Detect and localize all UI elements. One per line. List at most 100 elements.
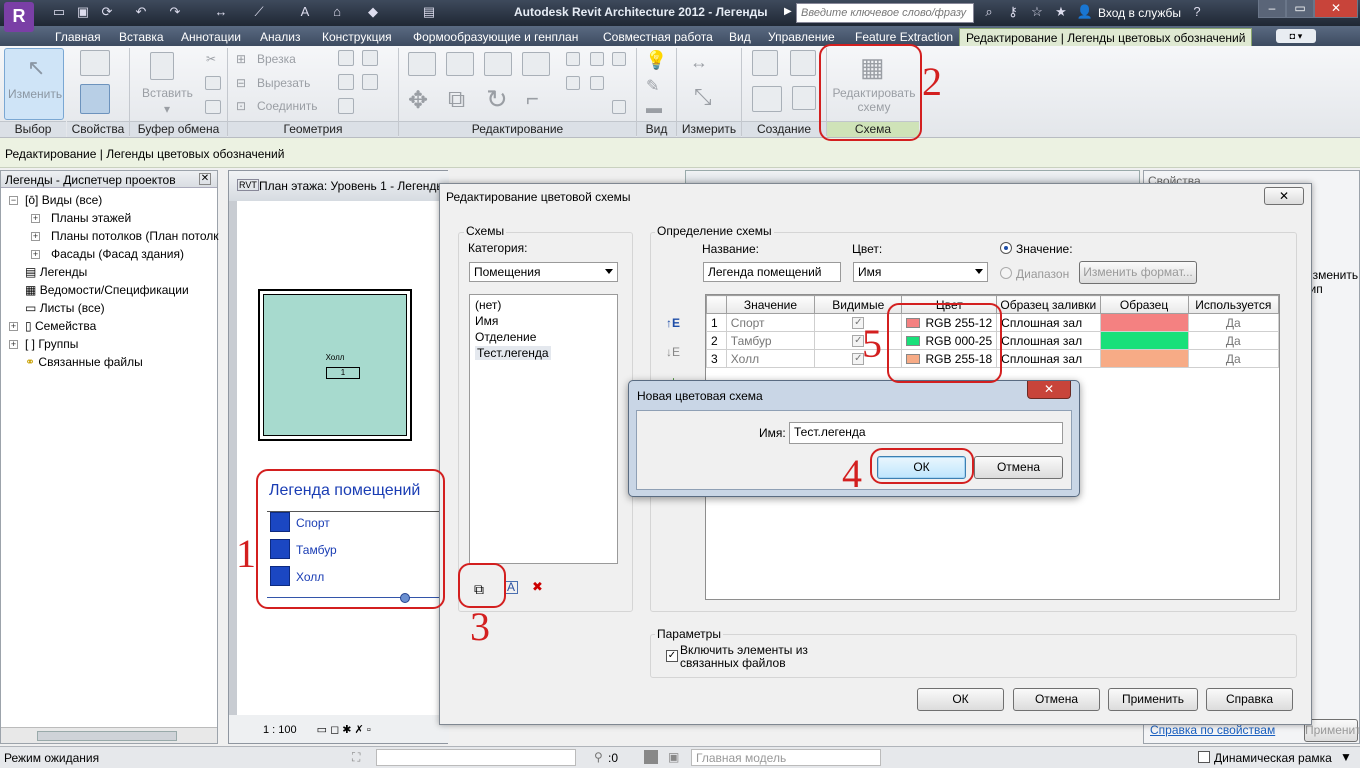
filter-funnel-icon[interactable]: ▼ xyxy=(1340,750,1352,764)
tree-item-floor-plans[interactable]: Планы этажей xyxy=(51,211,131,225)
scrollbar-thumb[interactable] xyxy=(37,731,177,741)
geometry-tool-icon[interactable] xyxy=(338,98,354,114)
delete-icon[interactable] xyxy=(612,100,626,114)
tree-item-families[interactable]: ▯ Семейства xyxy=(25,319,96,333)
include-linked-checkbox[interactable]: ✓ xyxy=(666,650,678,662)
search-input[interactable]: Введите ключевое слово/фразу xyxy=(796,3,974,23)
sample-column-header[interactable]: Образец xyxy=(1099,295,1189,314)
help-icon[interactable]: ? xyxy=(1188,3,1206,21)
help-button[interactable]: Справка xyxy=(1206,688,1293,711)
apply-button[interactable]: Применить xyxy=(1108,688,1198,711)
copy-elements-icon[interactable]: ⧉ xyxy=(448,86,465,114)
scheme-item-selected[interactable]: Тест.легенда xyxy=(475,346,551,360)
move-up-icon[interactable]: ↑E xyxy=(666,316,680,330)
room-outline[interactable]: Холл 1 xyxy=(258,289,412,441)
schemes-list[interactable]: (нет) Имя Отделение Тест.легенда xyxy=(469,294,618,564)
delete-scheme-icon[interactable]: ✖ xyxy=(532,579,543,595)
offset-icon[interactable] xyxy=(446,52,474,76)
pin-icon[interactable] xyxy=(566,76,580,90)
geometry-tool-icon[interactable] xyxy=(362,50,378,66)
geometry-tool-icon[interactable] xyxy=(362,74,378,90)
detail-level-icon[interactable]: ▭ ◻ ✱ ✗ ▫ xyxy=(317,724,371,736)
paste-label[interactable]: Вставить xyxy=(142,86,193,100)
geometry-tool-icon[interactable] xyxy=(338,50,354,66)
collapse-icon[interactable]: − xyxy=(9,196,18,205)
windows-icon[interactable]: ▤ xyxy=(420,3,438,21)
paint-icon[interactable]: ✎ xyxy=(646,76,659,96)
new-scheme-close-button[interactable]: ✕ xyxy=(1027,381,1071,399)
category-select[interactable]: Помещения xyxy=(469,262,618,282)
align-icon[interactable] xyxy=(408,52,436,76)
measure-between-icon[interactable]: ⤡ xyxy=(694,84,712,110)
workset-field[interactable] xyxy=(376,749,576,766)
fill-cell[interactable]: Сплошная зал xyxy=(996,331,1101,350)
ribbon-toggle-button[interactable]: ◘ ▾ xyxy=(1276,29,1316,43)
expand-icon[interactable]: + xyxy=(9,322,18,331)
join-label[interactable]: Соединить xyxy=(257,99,318,113)
in-use-column-header[interactable]: Используется xyxy=(1187,295,1280,314)
minimize-button[interactable]: – xyxy=(1258,0,1286,18)
open-icon[interactable]: ▭ xyxy=(50,3,68,21)
signin-label[interactable]: Вход в службы xyxy=(1098,6,1181,20)
close-icon[interactable]: ✕ xyxy=(199,173,211,185)
edit-format-button[interactable]: Изменить формат... xyxy=(1079,261,1197,284)
modify-button[interactable]: ↖ Изменить xyxy=(4,48,64,120)
cut-geom-label[interactable]: Вырезать xyxy=(257,76,310,90)
tree-item-links[interactable]: ⚭ Связанные файлы xyxy=(25,355,143,369)
scale-label[interactable]: 1 : 100 xyxy=(263,724,297,736)
tree-item-groups[interactable]: [ ] Группы xyxy=(25,337,78,351)
cancel-button[interactable]: Отмена xyxy=(1013,688,1100,711)
trim-icon[interactable]: ⌐ xyxy=(526,86,539,112)
bulb-icon[interactable]: 💡 xyxy=(645,50,667,71)
tab-massing[interactable]: Формообразующие и генплан xyxy=(413,28,578,46)
fill-cell[interactable]: Сплошная зал xyxy=(996,313,1101,332)
scale-icon[interactable] xyxy=(612,52,626,66)
tab-analyze[interactable]: Анализ xyxy=(260,28,301,46)
aligned-dimension-icon[interactable]: ↔ xyxy=(690,52,708,73)
save-icon[interactable]: ▣ xyxy=(74,3,92,21)
tree-item-schedules[interactable]: ▦ Ведомости/Спецификации xyxy=(25,283,189,297)
close-button[interactable]: ✕ xyxy=(1314,0,1358,18)
cut-icon[interactable]: ✂ xyxy=(206,52,216,66)
scheme-item[interactable]: Имя xyxy=(475,314,498,328)
properties-apply-button[interactable]: Применить xyxy=(1304,719,1360,742)
rotate-icon[interactable]: ↻ xyxy=(486,84,508,115)
edit-type-button[interactable]: Изменить тип xyxy=(1304,268,1359,296)
match-icon[interactable] xyxy=(205,100,221,114)
rename-scheme-icon[interactable]: A xyxy=(504,581,518,594)
properties-help-link[interactable]: Справка по свойствам xyxy=(1150,723,1275,737)
tab-structure[interactable]: Конструкция xyxy=(322,28,392,46)
drawing-canvas[interactable]: Холл 1 Легенда помещений xyxy=(237,201,447,715)
move-down-icon[interactable]: ↓E xyxy=(666,345,680,359)
mirror-pick-icon[interactable] xyxy=(484,52,512,76)
editable-only-icon[interactable]: ▣ xyxy=(668,750,679,764)
undo-icon[interactable]: ↶ xyxy=(132,3,150,21)
create-assembly-icon[interactable] xyxy=(792,86,816,110)
array-icon[interactable] xyxy=(590,52,604,66)
tree-item-sheets[interactable]: ▭ Листы (все) xyxy=(25,301,105,315)
dimension-icon[interactable]: ⟋ xyxy=(250,3,268,21)
section-icon[interactable]: ◆ xyxy=(364,3,382,21)
tab-annotate[interactable]: Аннотации xyxy=(181,28,241,46)
tree-item-elevations[interactable]: Фасады (Фасад здания) xyxy=(51,247,184,261)
unpin-icon[interactable] xyxy=(590,76,604,90)
ok-button[interactable]: ОК xyxy=(917,688,1004,711)
main-model-field[interactable]: Главная модель xyxy=(691,749,881,766)
measure-icon[interactable]: ↔ xyxy=(212,3,230,21)
cope-label[interactable]: Врезка xyxy=(257,52,296,66)
tab-modify-color-legends[interactable]: Редактирование | Легенды цветовых обозна… xyxy=(959,28,1253,46)
tab-view[interactable]: Вид xyxy=(729,28,751,46)
redo-icon[interactable]: ↷ xyxy=(166,3,184,21)
tree-item-ceiling-plans[interactable]: Планы потолков (План потолк xyxy=(51,229,219,243)
new-scheme-cancel-button[interactable]: Отмена xyxy=(974,456,1063,479)
tab-manage[interactable]: Управление xyxy=(768,28,835,46)
new-scheme-name-input[interactable]: Тест.легенда xyxy=(789,422,1063,444)
split-icon[interactable] xyxy=(566,52,580,66)
star-icon[interactable]: ★ xyxy=(1052,3,1070,21)
value-cell[interactable]: Тамбур xyxy=(725,331,816,350)
expand-icon[interactable]: + xyxy=(31,214,40,223)
scheme-item[interactable]: (нет) xyxy=(475,298,501,312)
maximize-button[interactable]: ▭ xyxy=(1286,0,1314,18)
copy-icon[interactable] xyxy=(205,76,221,90)
dynamic-frame-checkbox[interactable] xyxy=(1198,751,1210,763)
